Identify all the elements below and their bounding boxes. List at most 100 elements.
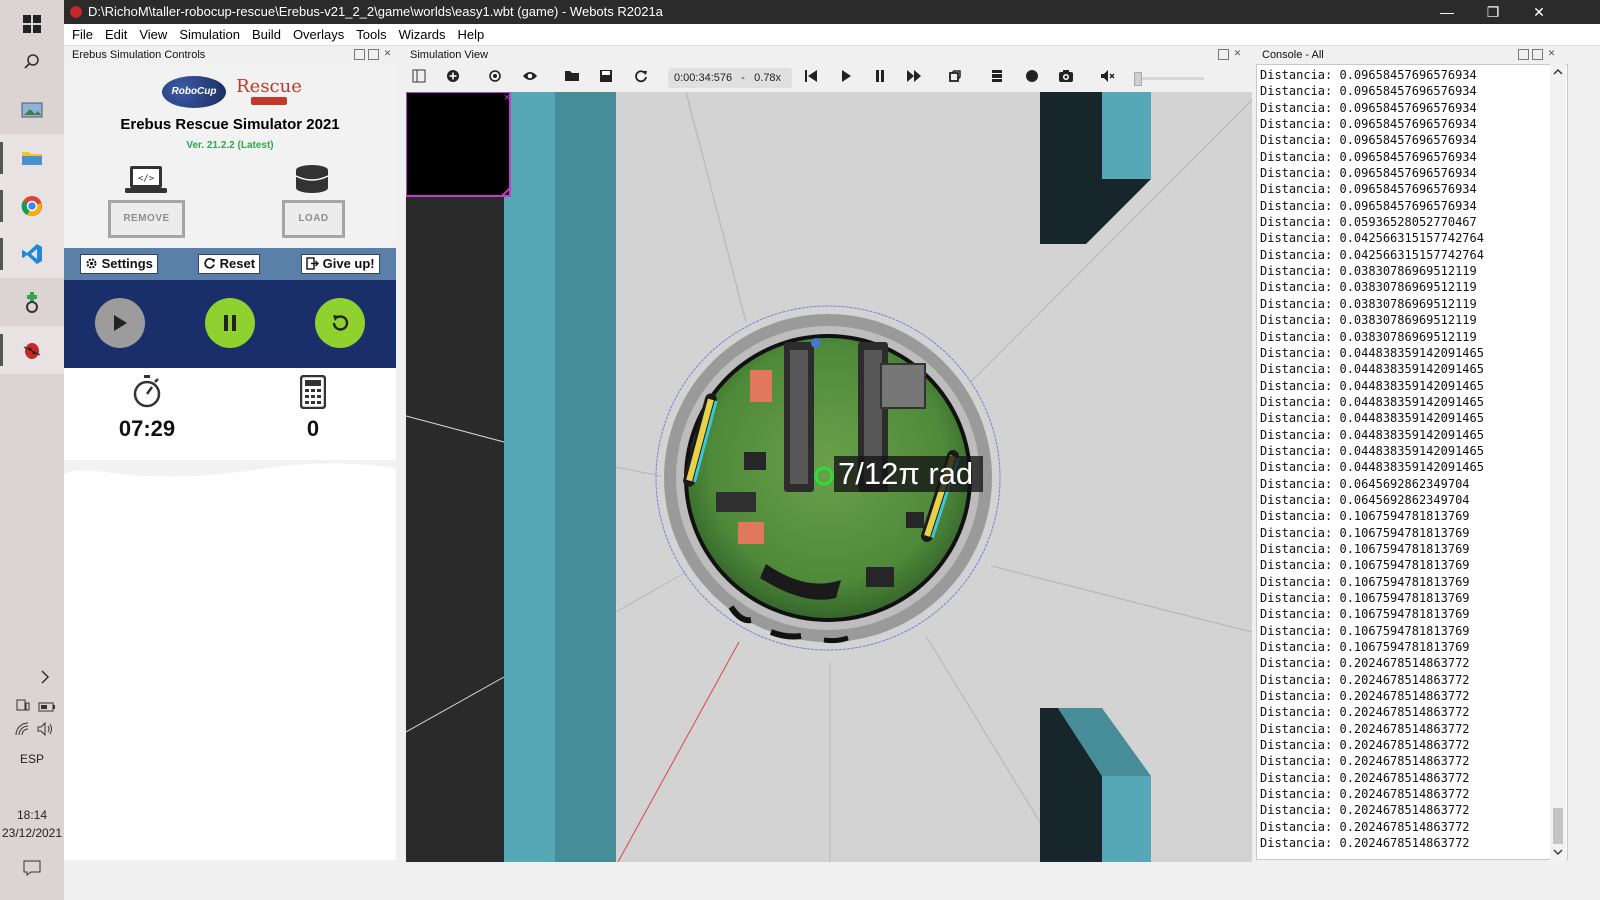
volume-slider-handle[interactable]	[1134, 72, 1142, 86]
webots-icon[interactable]	[0, 326, 64, 374]
console-line: Distancia: 0.1067594781813769	[1260, 541, 1470, 556]
rotate-view-icon[interactable]	[486, 69, 504, 87]
console-line: Distancia: 0.2024678514863772	[1260, 721, 1470, 736]
open-folder-icon[interactable]	[563, 69, 581, 87]
simulation-3d-view[interactable]: × 7/12π rad	[406, 92, 1252, 862]
add-node-icon[interactable]	[444, 69, 462, 87]
chevron-right-icon[interactable]	[40, 670, 50, 687]
minimize-button[interactable]: —	[1424, 0, 1470, 24]
simulation-time-display: 0:00:34:576 - 0.78x	[668, 68, 792, 88]
float-panel-icon[interactable]	[1218, 49, 1229, 60]
volume-icon[interactable]	[37, 721, 55, 739]
camera-icon[interactable]	[1057, 69, 1075, 87]
console-line: Distancia: 0.09658457696576934	[1260, 68, 1477, 82]
rescue-logo: Rescue	[234, 76, 304, 110]
input-language[interactable]: ESP	[0, 752, 64, 766]
mute-icon[interactable]	[1099, 69, 1117, 87]
load-button[interactable]: LOAD	[282, 200, 345, 238]
restart-button[interactable]	[315, 298, 365, 348]
close-panel-icon[interactable]: ✕	[1232, 49, 1243, 60]
svg-text:×: ×	[503, 93, 511, 103]
pause-icon[interactable]	[871, 69, 889, 87]
give-up-label: Give up!	[322, 256, 375, 271]
play-icon	[114, 315, 127, 331]
maximize-panel-icon[interactable]	[1532, 49, 1543, 60]
file-explorer-icon[interactable]	[0, 134, 64, 182]
refresh-icon	[204, 258, 215, 269]
step-play-icon[interactable]	[837, 69, 855, 87]
scroll-up-icon[interactable]	[1550, 66, 1566, 78]
menu-view[interactable]: View	[133, 24, 173, 46]
chrome-icon[interactable]	[0, 182, 64, 230]
scene-render: ×	[406, 92, 1252, 862]
close-window-button[interactable]: ✕	[1516, 0, 1562, 24]
maximize-button[interactable]: ❐	[1470, 0, 1516, 24]
photos-app-icon[interactable]	[0, 86, 64, 134]
console-line: Distancia: 0.2024678514863772	[1260, 803, 1470, 818]
devices-icon[interactable]	[16, 698, 30, 714]
status-bar	[64, 862, 1600, 900]
control-button-bar: Settings Reset Give up!	[64, 248, 396, 280]
wifi-icon[interactable]	[15, 722, 29, 739]
fast-forward-icon[interactable]	[905, 69, 923, 87]
record-movie-icon[interactable]	[988, 69, 1006, 87]
save-icon[interactable]	[597, 69, 615, 87]
float-panel-icon[interactable]	[1518, 49, 1529, 60]
scroll-down-icon[interactable]	[1550, 846, 1566, 858]
console-scrollbar[interactable]	[1550, 64, 1566, 860]
reload-icon[interactable]	[632, 69, 650, 87]
maximize-panel-icon[interactable]	[368, 49, 379, 60]
simulation-toolbar: 0:00:34:576 - 0.78x	[406, 64, 1252, 92]
menu-edit[interactable]: Edit	[99, 24, 133, 46]
console-panel-header: Console - All ✕	[1256, 46, 1600, 64]
git-tool-icon[interactable]	[0, 278, 64, 326]
clock-date[interactable]: 23/12/2021	[0, 826, 64, 840]
console-scroll-thumb[interactable]	[1553, 808, 1563, 844]
pause-button[interactable]	[205, 298, 255, 348]
console-line: Distancia: 0.0645692862349704	[1260, 476, 1470, 491]
notifications-icon[interactable]	[23, 860, 41, 879]
reset-button[interactable]: Reset	[198, 254, 261, 274]
record-animation-icon[interactable]	[1023, 69, 1041, 87]
reset-simulation-icon[interactable]	[802, 69, 820, 87]
console-line: Distancia: 0.1067594781813769	[1260, 640, 1470, 655]
webots-logo-icon	[70, 6, 82, 18]
console-line: Distancia: 0.09658457696576934	[1260, 84, 1477, 99]
menu-simulation[interactable]: Simulation	[173, 24, 246, 46]
console-line: Distancia: 0.09658457696576934	[1260, 149, 1477, 164]
rendering-icon[interactable]	[946, 69, 964, 87]
menu-build[interactable]: Build	[246, 24, 287, 46]
float-panel-icon[interactable]	[354, 49, 365, 60]
console-output[interactable]: Distancia: 0.09658457696576934 Distancia:…	[1256, 64, 1568, 860]
play-button[interactable]	[95, 298, 145, 348]
console-line: Distancia: 0.03830786969512119	[1260, 329, 1477, 344]
reset-label: Reset	[219, 256, 256, 271]
remove-button[interactable]: REMOVE	[108, 200, 185, 238]
toggle-scene-tree-icon[interactable]	[410, 69, 428, 87]
close-panel-icon[interactable]: ✕	[1546, 49, 1557, 60]
menu-file[interactable]: File	[66, 24, 99, 46]
clock-time[interactable]: 18:14	[0, 808, 64, 822]
close-panel-icon[interactable]: ✕	[382, 49, 393, 60]
console-line: Distancia: 0.2024678514863772	[1260, 656, 1470, 671]
give-up-button[interactable]: Give up!	[301, 254, 380, 274]
console-line: Distancia: 0.2024678514863772	[1260, 738, 1470, 753]
simulation-time: 0:00:34:576	[674, 72, 733, 84]
menu-tools[interactable]: Tools	[350, 24, 392, 46]
console-line: Distancia: 0.1067594781813769	[1260, 574, 1470, 589]
battery-icon[interactable]	[38, 699, 56, 715]
console-line: Distancia: 0.1067594781813769	[1260, 558, 1470, 573]
vscode-icon[interactable]	[0, 230, 64, 278]
menu-overlays[interactable]: Overlays	[287, 24, 350, 46]
svg-text:</>: </>	[138, 174, 155, 184]
laptop-code-icon: </>	[124, 164, 168, 196]
eye-icon[interactable]	[521, 69, 539, 87]
settings-button[interactable]: Settings	[80, 254, 158, 274]
volume-slider[interactable]	[1134, 72, 1204, 86]
menu-wizards[interactable]: Wizards	[393, 24, 452, 46]
left-panel-header: Erebus Simulation Controls ✕	[64, 46, 396, 64]
search-icon[interactable]	[0, 38, 64, 86]
console-line: Distancia: 0.044838359142091465	[1260, 427, 1484, 442]
calculator-icon	[297, 374, 329, 410]
menu-help[interactable]: Help	[452, 24, 491, 46]
